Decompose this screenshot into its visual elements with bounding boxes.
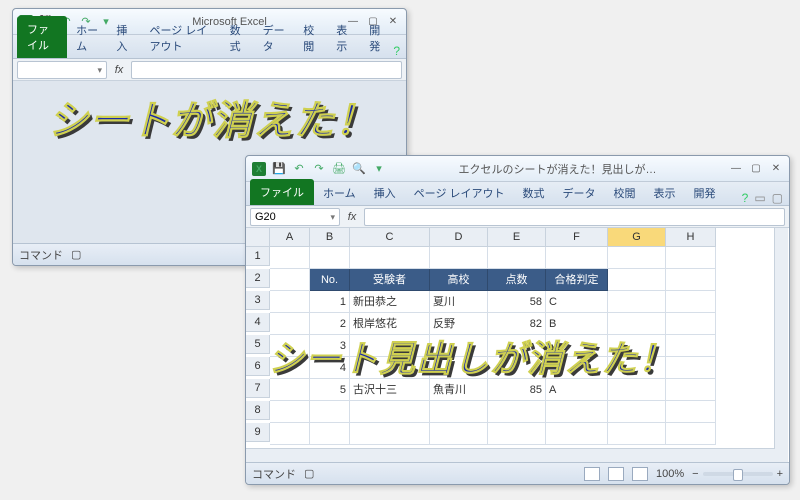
table-header[interactable]: 合格判定 [546,269,608,291]
formula-input[interactable] [131,61,402,79]
vertical-scrollbar[interactable] [774,228,788,462]
cell[interactable]: 58 [488,291,546,313]
ribbon-tabs: ファイル ホーム 挿入 ページ レイアウト 数式 データ 校閲 表示 開発 ? … [246,182,789,206]
tab-layout[interactable]: ページ レイアウト [140,18,220,58]
row-header[interactable]: 7 [246,379,270,398]
select-all-corner[interactable] [246,228,270,247]
row-header[interactable]: 6 [246,357,270,376]
horizontal-scrollbar[interactable] [246,448,775,462]
status-mode: コマンド [252,466,296,482]
table-header[interactable]: No. [310,269,350,291]
formula-bar: fx [13,59,406,81]
minimize-button[interactable]: — [729,163,743,175]
macro-record-icon[interactable]: ▢ [71,248,81,261]
tab-home[interactable]: ホーム [314,181,365,205]
row-header[interactable]: 5 [246,335,270,354]
save-icon[interactable]: 💾 [272,162,286,176]
row-header[interactable]: 9 [246,423,270,442]
window-title: エクセルのシートが消えた！見出しが… [386,161,729,177]
cell[interactable] [270,247,310,269]
ribbon-minimize-icon[interactable]: ▭ [754,191,765,205]
zoom-in-icon[interactable]: + [777,468,783,480]
tab-review[interactable]: 校閲 [294,18,327,58]
cell[interactable]: 85 [488,379,546,401]
tab-dev[interactable]: 開発 [360,18,393,58]
formula-input[interactable] [364,208,785,226]
cell[interactable]: 1 [310,291,350,313]
col-header[interactable]: B [310,228,350,247]
qat-more-icon[interactable]: ▾ [372,162,386,176]
tab-insert[interactable]: 挿入 [365,181,405,205]
quick-access-toolbar: X 💾 ↶ ↷ 🖨 🔍 ▾ [252,162,386,176]
help-icon[interactable]: ? [393,44,400,58]
cell[interactable]: 5 [310,379,350,401]
row-header[interactable]: 3 [246,291,270,310]
zoom-level[interactable]: 100% [656,468,684,480]
status-mode: コマンド [19,247,63,263]
overlay-caption-1: シートが消えた！ [48,88,376,146]
row-header[interactable]: 2 [246,269,270,288]
fx-icon[interactable]: fx [344,209,360,225]
cell[interactable]: 魚青川 [430,379,488,401]
excel-app-icon: X [252,162,266,176]
cell[interactable]: C [546,291,608,313]
tab-dev[interactable]: 開発 [685,181,725,205]
col-header[interactable]: E [488,228,546,247]
tab-view[interactable]: 表示 [327,18,360,58]
macro-record-icon[interactable]: ▢ [304,467,314,480]
name-box[interactable]: G20 [250,208,340,226]
titlebar: X 💾 ↶ ↷ 🖨 🔍 ▾ エクセルのシートが消えた！見出しが… — ▢ ✕ [246,156,789,182]
help-icon[interactable]: ? [742,191,749,205]
cell[interactable]: 夏川 [430,291,488,313]
col-header-selected[interactable]: G [608,228,666,247]
col-header[interactable]: A [270,228,310,247]
tab-data[interactable]: データ [254,18,295,58]
view-normal-button[interactable] [584,467,600,481]
zoom-slider[interactable]: − + [692,468,783,480]
name-box[interactable] [17,61,107,79]
tab-file[interactable]: ファイル [17,16,67,58]
preview-icon[interactable]: 🔍 [352,162,366,176]
undo-icon[interactable]: ↶ [292,162,306,176]
zoom-track[interactable] [703,472,773,476]
table-header[interactable]: 高校 [430,269,488,291]
col-header[interactable]: D [430,228,488,247]
row-header[interactable]: 1 [246,247,270,266]
view-layout-button[interactable] [608,467,624,481]
redo-icon[interactable]: ↷ [312,162,326,176]
cell[interactable]: A [546,379,608,401]
table-header[interactable]: 受験者 [350,269,430,291]
tab-layout[interactable]: ページ レイアウト [405,181,514,205]
cell[interactable]: 古沢十三 [350,379,430,401]
tab-formulas[interactable]: 数式 [514,181,554,205]
print-icon[interactable]: 🖨 [332,162,346,176]
tab-home[interactable]: ホーム [67,18,107,58]
ribbon-tabs: ファイル ホーム 挿入 ページ レイアウト 数式 データ 校閲 表示 開発 ? [13,35,406,59]
tab-file[interactable]: ファイル [250,179,314,205]
table-header[interactable]: 点数 [488,269,546,291]
overlay-caption-2: シート見出しが消えた！ [268,330,675,382]
col-header[interactable]: F [546,228,608,247]
close-button[interactable]: ✕ [769,163,783,175]
formula-bar: G20 fx [246,206,789,228]
col-header[interactable]: C [350,228,430,247]
maximize-button[interactable]: ▢ [749,163,763,175]
tab-view[interactable]: 表示 [645,181,685,205]
ribbon-restore-icon[interactable]: ▢ [772,191,783,205]
row-header[interactable]: 8 [246,401,270,420]
status-bar: コマンド ▢ 100% − + [246,462,789,484]
col-header[interactable]: H [666,228,716,247]
view-pagebreak-button[interactable] [632,467,648,481]
tab-formulas[interactable]: 数式 [221,18,254,58]
cell[interactable]: 新田恭之 [350,291,430,313]
zoom-out-icon[interactable]: − [692,468,698,480]
excel-window-data: X 💾 ↶ ↷ 🖨 🔍 ▾ エクセルのシートが消えた！見出しが… — ▢ ✕ フ… [245,155,790,485]
row-header[interactable]: 4 [246,313,270,332]
tab-insert[interactable]: 挿入 [107,18,140,58]
fx-icon[interactable]: fx [111,62,127,78]
tab-data[interactable]: データ [554,181,605,205]
tab-review[interactable]: 校閲 [605,181,645,205]
window-controls: — ▢ ✕ [729,163,783,175]
